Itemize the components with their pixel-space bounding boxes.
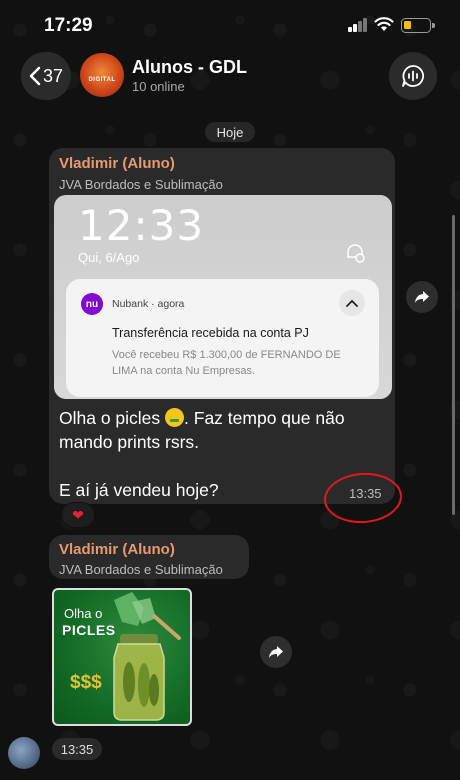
- notification-card: nu Nubank · agora Transferência recebida…: [66, 279, 379, 397]
- battery-cap: [432, 23, 435, 28]
- pickle-jar-illustration: [113, 592, 181, 721]
- sender-subtitle: JVA Bordados e Sublimação: [59, 562, 223, 577]
- voice-chat-icon: [402, 65, 424, 87]
- sender-avatar[interactable]: [8, 737, 40, 769]
- date-separator: Hoje: [205, 122, 255, 142]
- group-title[interactable]: Alunos - GDL: [132, 57, 247, 78]
- avatar-logo-text: DIGITAL: [88, 77, 116, 83]
- screenshot-image[interactable]: 12:33 Qui, 6/Ago nu Nubank · agora Trans…: [54, 195, 392, 399]
- cellular-signal-icon: [348, 18, 368, 32]
- notification-app: Nubank · agora: [112, 298, 185, 310]
- message-time: 13:35: [52, 738, 102, 760]
- sender-header-bubble: Vladimir (Aluno) JVA Bordados e Sublimaç…: [49, 535, 249, 579]
- chevron-up-icon: [339, 290, 365, 316]
- message-text-line3: E aí já vendeu hoje?: [59, 480, 219, 500]
- lockscreen-date: Qui, 6/Ago: [78, 250, 140, 265]
- money-mouth-emoji-icon: [165, 408, 185, 427]
- sender-name[interactable]: Vladimir (Aluno): [59, 155, 175, 172]
- notification-body: Você recebeu R$ 1.300,00 de FERNANDO DE …: [112, 349, 341, 377]
- nubank-logo: nu: [81, 293, 103, 315]
- status-bar: 17:29: [0, 0, 460, 50]
- message-bubble[interactable]: Vladimir (Aluno) JVA Bordados e Sublimaç…: [49, 148, 395, 504]
- notification-title: Transferência recebida na conta PJ: [112, 326, 309, 340]
- scrollbar[interactable]: [452, 215, 455, 515]
- voice-chat-button[interactable]: [389, 52, 437, 100]
- lockscreen-time: 12:33: [78, 201, 205, 250]
- sender-subtitle: JVA Bordados e Sublimação: [59, 177, 223, 192]
- back-button[interactable]: 37: [21, 52, 71, 100]
- group-avatar[interactable]: DIGITAL: [80, 53, 124, 97]
- online-count: 10 online: [132, 79, 185, 94]
- message-text-line1a: Olha o picles: [59, 408, 166, 428]
- wifi-icon: [374, 17, 394, 31]
- chevron-left-icon: [29, 66, 41, 86]
- sticker-image[interactable]: Olha o PICLES $$$: [52, 588, 192, 726]
- battery-icon: [401, 18, 431, 33]
- sender-name[interactable]: Vladimir (Aluno): [59, 541, 175, 558]
- message-text-line1b: . Faz tempo que não: [184, 408, 345, 428]
- unread-count: 37: [42, 65, 64, 86]
- sticker-money-text: $$$: [70, 672, 102, 693]
- share-button[interactable]: [406, 281, 438, 313]
- heart-reaction[interactable]: ❤: [61, 502, 95, 528]
- status-time: 17:29: [44, 15, 93, 36]
- share-arrow-icon: [415, 291, 429, 303]
- chat-header: 37 DIGITAL Alunos - GDL 10 online: [0, 48, 460, 106]
- share-arrow-icon: [269, 646, 283, 658]
- message-text-line2: mando prints rsrs.: [59, 432, 200, 452]
- share-button[interactable]: [260, 636, 292, 668]
- focus-mode-icon: [347, 244, 365, 263]
